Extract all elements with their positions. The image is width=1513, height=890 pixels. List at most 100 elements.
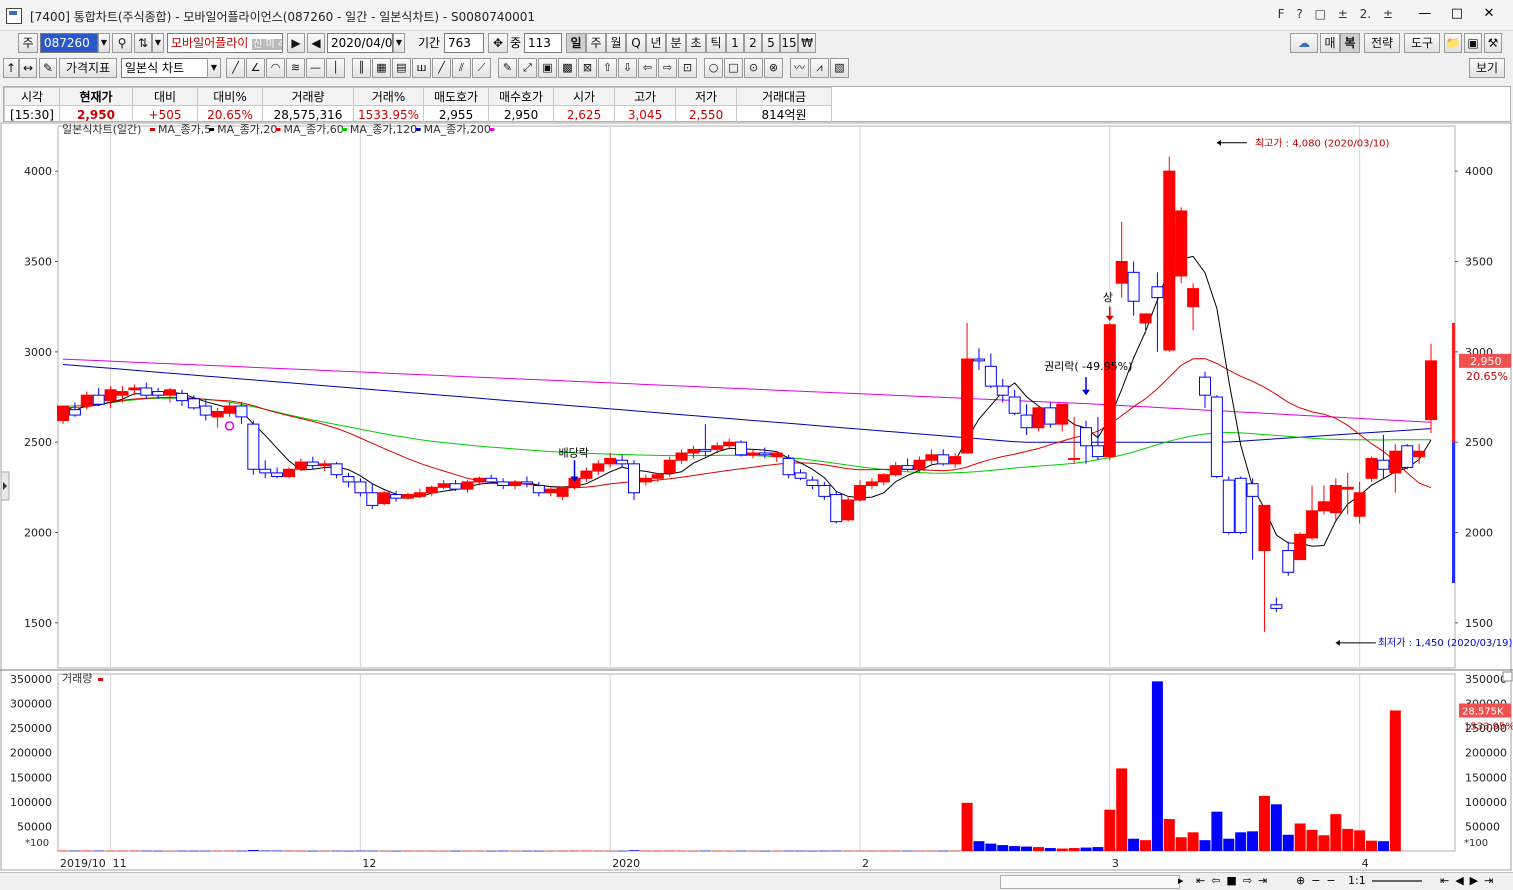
drawing-tool-icon[interactable]: ▦ <box>372 58 391 78</box>
tools-button[interactable]: 도구 <box>1404 33 1440 53</box>
up-arrow-icon[interactable]: ↑ <box>3 58 19 78</box>
volume-bar <box>1128 838 1140 851</box>
help-icon[interactable]: ? <box>1296 7 1302 21</box>
chart-type-select[interactable]: 일본식 차트 <box>121 58 209 78</box>
scroll-right-icon[interactable]: ▸ <box>1178 874 1184 887</box>
drawing-tool-icon[interactable]: ⇩ <box>618 58 637 78</box>
interval-15-button[interactable]: 15 <box>780 33 798 53</box>
drawing-tool-icon[interactable]: │ <box>326 58 345 78</box>
volume-bar <box>1080 847 1092 851</box>
title-tool-icon[interactable]: F <box>1278 7 1285 21</box>
search-icon[interactable]: ⚲ <box>112 33 132 53</box>
drawing-tool-icon[interactable]: ✎ <box>498 58 517 78</box>
interval-1-button[interactable]: 1 <box>726 33 744 53</box>
drawing-tool-icon[interactable]: ⊙ <box>744 58 763 78</box>
volume-bar <box>366 850 378 852</box>
interval-2-button[interactable]: 2 <box>744 33 762 53</box>
drawing-tool-icon[interactable]: ○ <box>704 58 723 78</box>
drawing-tool-icon[interactable]: ⫽ <box>452 58 471 78</box>
interval-tick-button[interactable]: 틱 <box>706 33 726 53</box>
wrench-icon[interactable]: ⚒ <box>1484 33 1502 53</box>
volume-bar <box>319 850 331 852</box>
close-icon[interactable]: ✕ <box>1475 6 1503 21</box>
volume-bar <box>247 850 259 851</box>
quote-high: 3,045 <box>614 105 677 124</box>
drawing-tool-icon[interactable]: ◠ <box>266 58 285 78</box>
price-volume-chart[interactable]: 1500 15002000 20002500 25003000 30003500 3500… <box>0 122 1513 872</box>
sort-dropdown-icon[interactable]: ▼ <box>152 33 164 53</box>
plusminus-icon[interactable]: ± <box>1338 7 1348 21</box>
candle-body <box>461 481 474 490</box>
drawing-tool-icon[interactable]: □ <box>724 58 743 78</box>
plusminus2-icon[interactable]: ± <box>1383 7 1393 21</box>
end-nav-icons[interactable]: ⇤◀▶⇥ <box>1440 874 1499 887</box>
currency-button[interactable]: ₩ <box>798 33 816 53</box>
drawing-tool-icon[interactable]: ⊗ <box>764 58 783 78</box>
maximize-icon[interactable]: □ <box>1443 6 1471 21</box>
drawing-tool-icon[interactable]: ⊠ <box>578 58 597 78</box>
drawing-tool-icon[interactable]: — <box>306 58 325 78</box>
chart-type-dropdown-icon[interactable]: ▼ <box>207 58 221 78</box>
screen-count-icon[interactable]: 2. <box>1360 7 1371 21</box>
drawing-tool-icon[interactable]: ⩘ <box>810 58 829 78</box>
x-axis-label: 2020 <box>612 857 640 870</box>
prev-stock-button[interactable]: ◀ <box>307 33 325 53</box>
interval-year-button[interactable]: 년 <box>646 33 666 53</box>
price-indicator-button[interactable]: 가격지표 <box>59 58 117 78</box>
drawing-tool-icon[interactable]: ⇧ <box>598 58 617 78</box>
drawing-tool-icon[interactable]: ⊡ <box>678 58 697 78</box>
chart-area[interactable]: 1500 1500 2000 2000 2500 2500 3000 3000 3500 3500… <box>0 122 1513 872</box>
cloud-icon[interactable]: ☁ <box>1290 33 1318 53</box>
drawing-tool-icon[interactable]: ∠ <box>246 58 265 78</box>
zoom-icons[interactable]: ⊕−− <box>1296 874 1342 887</box>
trade-button[interactable]: 매 <box>1320 33 1340 53</box>
minimize-icon[interactable]: — <box>1411 6 1439 21</box>
horizontal-scrollbar[interactable] <box>1000 875 1180 889</box>
edit-icon[interactable]: ✎ <box>39 58 57 78</box>
interval-day-button[interactable]: 일 <box>566 33 586 53</box>
candle-body <box>354 481 367 494</box>
drawing-tool-icon[interactable]: ▣ <box>538 58 557 78</box>
date-dropdown-icon[interactable]: ▼ <box>393 33 405 53</box>
code-dropdown-icon[interactable]: ▼ <box>98 33 110 53</box>
interval-5-button[interactable]: 5 <box>762 33 780 53</box>
interval-month-button[interactable]: 월 <box>606 33 626 53</box>
drawing-tool-icon[interactable]: ⤢ <box>518 58 537 78</box>
drawing-tool-icon[interactable]: ║ <box>352 58 371 78</box>
volume-bar <box>592 850 604 852</box>
zoom-slider[interactable] <box>1372 880 1422 882</box>
market-type-button[interactable]: 주 <box>18 33 38 53</box>
layout-icon[interactable]: □ <box>1315 7 1326 21</box>
date-input[interactable]: 2020/04/07 <box>327 33 393 53</box>
period-input[interactable]: 763 <box>444 33 484 53</box>
stock-code-input[interactable]: 087260 <box>40 33 98 53</box>
sort-icon[interactable]: ⇅ <box>134 33 152 53</box>
interval-minute-button[interactable]: 분 <box>666 33 686 53</box>
save-icon[interactable]: ▣ <box>1464 33 1482 53</box>
interval-second-button[interactable]: 초 <box>686 33 706 53</box>
interval-quarter-button[interactable]: Q <box>626 33 646 53</box>
interval-week-button[interactable]: 주 <box>586 33 606 53</box>
next-stock-button[interactable]: ▶ <box>287 33 305 53</box>
navigation-icons[interactable]: ⇤⇦■⇨⇥ <box>1196 874 1273 887</box>
drawing-tool-icon[interactable]: ⟋ <box>472 58 491 78</box>
drawing-tool-icon[interactable]: ▩ <box>558 58 577 78</box>
drawing-tool-icon[interactable]: ▤ <box>392 58 411 78</box>
legend-swatch <box>341 128 347 131</box>
crosshair-icon[interactable]: ✥ <box>488 33 508 53</box>
drawing-tool-icon[interactable]: ╱ <box>432 58 451 78</box>
middle-input[interactable]: 113 <box>524 33 562 53</box>
view-button[interactable]: 보기 <box>1469 58 1505 78</box>
folder-icon[interactable]: 📁 <box>1444 33 1462 53</box>
drawing-tool-icon[interactable]: ▧ <box>830 58 849 78</box>
drawing-tool-icon[interactable]: ⇨ <box>658 58 677 78</box>
expand-icon[interactable]: ↔ <box>19 58 37 78</box>
drawing-tool-icon[interactable]: 〰 <box>790 58 809 78</box>
drawing-tool-icon[interactable]: ш <box>412 58 431 78</box>
drawing-tool-icon[interactable]: ╱ <box>226 58 245 78</box>
copy-button[interactable]: 복 <box>1340 33 1360 53</box>
volume-unit-right: *100 <box>1464 838 1488 849</box>
drawing-tool-icon[interactable]: ⇦ <box>638 58 657 78</box>
drawing-tool-icon[interactable]: ≋ <box>286 58 305 78</box>
strategy-button[interactable]: 전략 <box>1364 33 1400 53</box>
